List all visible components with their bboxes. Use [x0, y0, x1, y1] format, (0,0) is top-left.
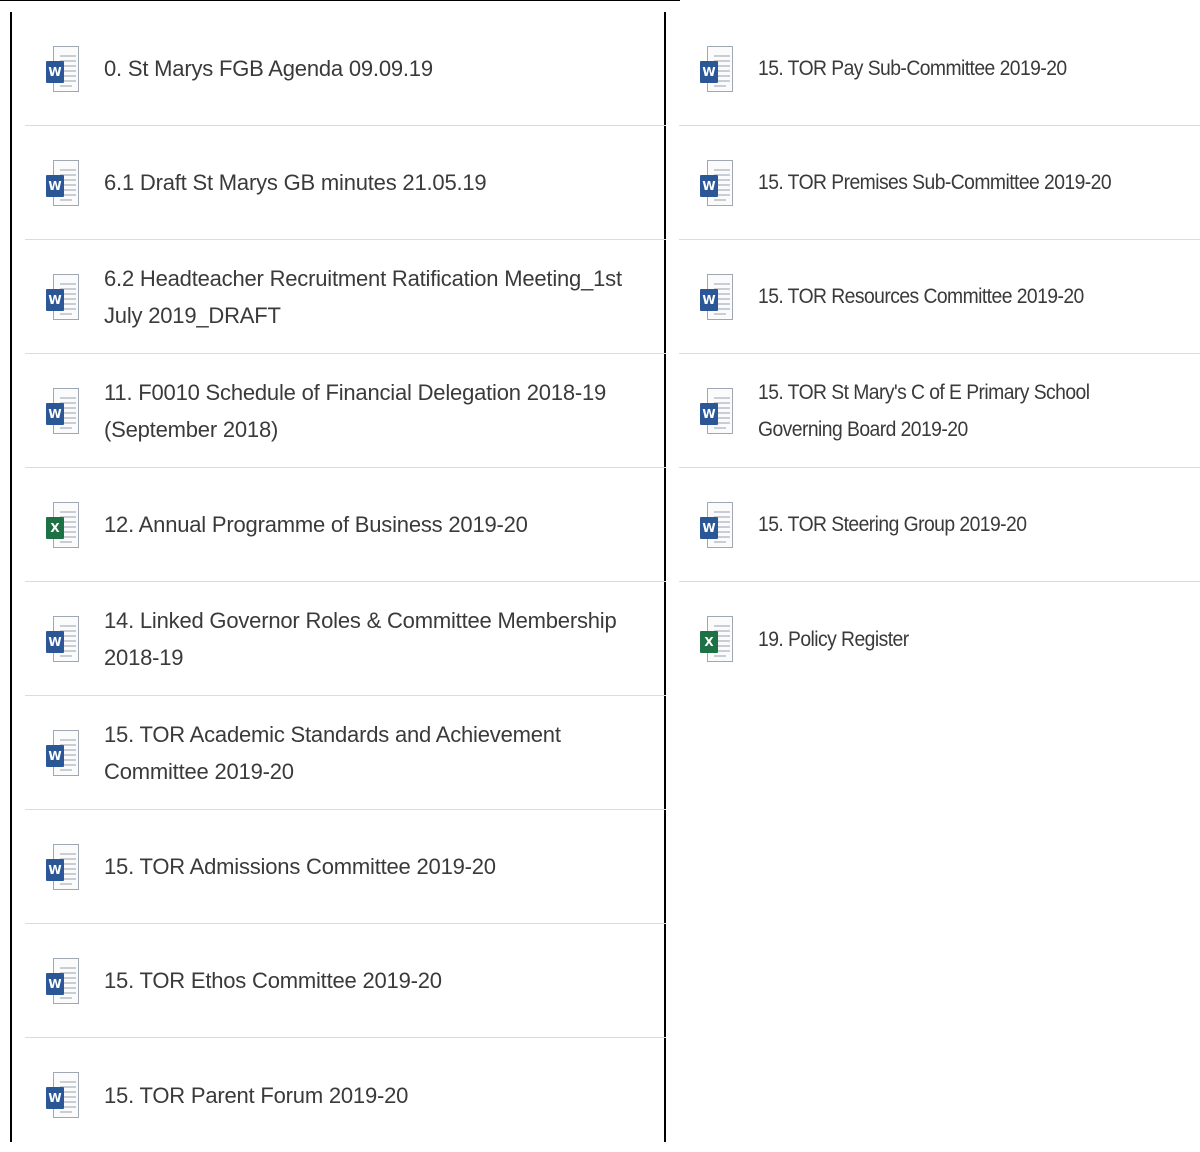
word-badge-icon: W: [700, 402, 718, 425]
word-document-icon[interactable]: W: [44, 727, 84, 779]
word-document-icon[interactable]: W: [44, 841, 84, 893]
right-file-list: W 15. TOR Pay Sub-Committee 2019-20 W 15. T…: [679, 12, 1200, 696]
file-name-link[interactable]: 14. Linked Governor Roles & Committee Me…: [104, 602, 624, 676]
word-badge-icon: W: [46, 60, 64, 83]
file-name-link[interactable]: 15. TOR Resources Committee 2019-20: [758, 278, 1084, 315]
file-name-link[interactable]: 15. TOR Premises Sub-Committee 2019-20: [758, 164, 1112, 201]
word-badge-icon: W: [46, 630, 64, 653]
file-name-link[interactable]: 15. TOR Ethos Committee 2019-20: [104, 962, 442, 999]
left-file-list: W 0. St Marys FGB Agenda 09.09.19 W 6.1 Dra…: [25, 12, 666, 1152]
word-document-icon[interactable]: W: [698, 271, 738, 323]
file-name-link[interactable]: 19. Policy Register: [758, 621, 909, 658]
word-document-icon[interactable]: W: [698, 43, 738, 95]
word-document-icon[interactable]: W: [698, 157, 738, 209]
file-name-link[interactable]: 15. TOR Admissions Committee 2019-20: [104, 848, 496, 885]
word-document-icon[interactable]: W: [44, 1069, 84, 1121]
file-list-item[interactable]: W 15. TOR Admissions Committee 2019-20: [25, 810, 666, 924]
file-list-item[interactable]: W 15. TOR St Mary's C of E Primary School…: [679, 354, 1200, 468]
left-file-panel: W 0. St Marys FGB Agenda 09.09.19 W 6.1 Dra…: [10, 12, 666, 1142]
file-name-link[interactable]: 11. F0010 Schedule of Financial Delegati…: [104, 374, 624, 448]
word-document-icon[interactable]: W: [44, 385, 84, 437]
word-badge-icon: W: [46, 744, 64, 767]
word-badge-icon: W: [700, 516, 718, 539]
file-list-item[interactable]: W 15. TOR Ethos Committee 2019-20: [25, 924, 666, 1038]
file-name-link[interactable]: 0. St Marys FGB Agenda 09.09.19: [104, 50, 433, 87]
file-list-item[interactable]: W 14. Linked Governor Roles & Committee M…: [25, 582, 666, 696]
file-name-link[interactable]: 15. TOR Academic Standards and Achieveme…: [104, 716, 624, 790]
file-name-link[interactable]: 15. TOR St Mary's C of E Primary School …: [758, 374, 1135, 448]
excel-badge-icon: X: [46, 516, 64, 539]
file-list-item[interactable]: W 6.2 Headteacher Recruitment Ratificatio…: [25, 240, 666, 354]
word-badge-icon: W: [700, 174, 718, 197]
file-list-item[interactable]: W 15. TOR Resources Committee 2019-20: [679, 240, 1200, 354]
file-name-link[interactable]: 6.2 Headteacher Recruitment Ratification…: [104, 260, 624, 334]
word-document-icon[interactable]: W: [698, 385, 738, 437]
word-document-icon[interactable]: W: [44, 613, 84, 665]
word-document-icon[interactable]: W: [44, 43, 84, 95]
file-name-link[interactable]: 15. TOR Steering Group 2019-20: [758, 506, 1027, 543]
excel-spreadsheet-icon[interactable]: X: [44, 499, 84, 551]
word-document-icon[interactable]: W: [698, 499, 738, 551]
file-list-item[interactable]: W 0. St Marys FGB Agenda 09.09.19: [25, 12, 666, 126]
file-list-item[interactable]: W 15. TOR Premises Sub-Committee 2019-20: [679, 126, 1200, 240]
file-list-item[interactable]: W 6.1 Draft St Marys GB minutes 21.05.19: [25, 126, 666, 240]
excel-spreadsheet-icon[interactable]: X: [698, 613, 738, 665]
word-badge-icon: W: [46, 972, 64, 995]
word-badge-icon: W: [46, 1087, 64, 1109]
file-list-item[interactable]: X 12. Annual Programme of Business 2019-2…: [25, 468, 666, 582]
file-list-item[interactable]: W 15. TOR Academic Standards and Achievem…: [25, 696, 666, 810]
word-badge-icon: W: [700, 60, 718, 83]
word-badge-icon: W: [700, 288, 718, 311]
word-badge-icon: W: [46, 174, 64, 197]
right-file-panel: W 15. TOR Pay Sub-Committee 2019-20 W 15. T…: [666, 12, 1200, 1142]
file-list-item[interactable]: W 11. F0010 Schedule of Financial Delegat…: [25, 354, 666, 468]
file-name-link[interactable]: 15. TOR Parent Forum 2019-20: [104, 1077, 408, 1114]
word-document-icon[interactable]: W: [44, 271, 84, 323]
file-name-link[interactable]: 15. TOR Pay Sub-Committee 2019-20: [758, 50, 1067, 87]
word-document-icon[interactable]: W: [44, 157, 84, 209]
word-badge-icon: W: [46, 858, 64, 881]
file-list-item[interactable]: X 19. Policy Register: [679, 582, 1200, 696]
file-list-item[interactable]: W 15. TOR Parent Forum 2019-20: [25, 1038, 666, 1152]
file-list-item[interactable]: W 15. TOR Pay Sub-Committee 2019-20: [679, 12, 1200, 126]
file-name-link[interactable]: 12. Annual Programme of Business 2019-20: [104, 506, 528, 543]
word-document-icon[interactable]: W: [44, 955, 84, 1007]
word-badge-icon: W: [46, 402, 64, 425]
word-badge-icon: W: [46, 288, 64, 311]
file-list-item[interactable]: W 15. TOR Steering Group 2019-20: [679, 468, 1200, 582]
excel-badge-icon: X: [700, 631, 718, 653]
file-name-link[interactable]: 6.1 Draft St Marys GB minutes 21.05.19: [104, 164, 487, 201]
